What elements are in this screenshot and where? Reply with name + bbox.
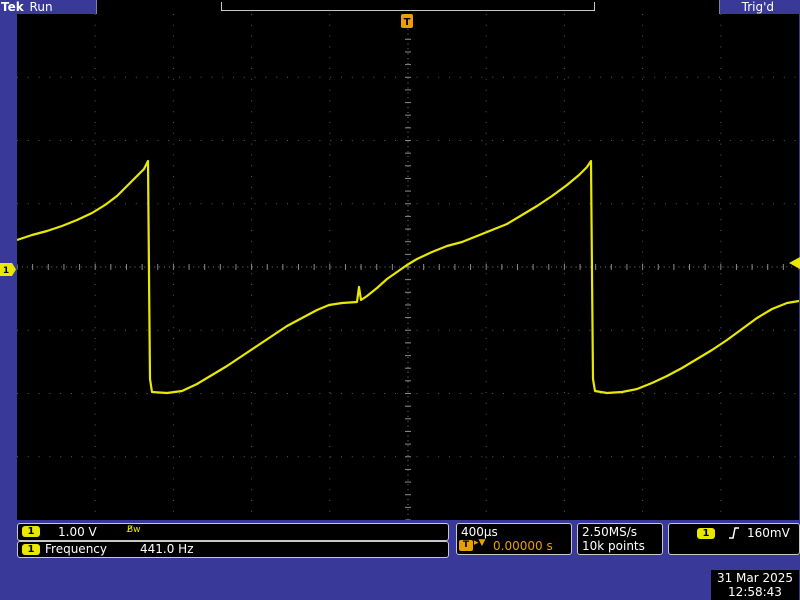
sample-rate-value: 2.50MS/s	[582, 525, 637, 539]
measurement-label: Frequency	[45, 542, 107, 556]
svg-text:1: 1	[3, 266, 9, 276]
trigger-level-value: 160mV	[747, 526, 790, 540]
acquisition-readout[interactable]: 2.50MS/s 10k points	[577, 523, 663, 555]
channel-1-ground-marker[interactable]: 1	[0, 263, 16, 276]
trigger-badge: T	[459, 540, 473, 551]
channel-1-badge: 1	[697, 528, 715, 539]
record-window-bracket	[221, 2, 595, 11]
frequency-measurement-readout[interactable]: 1 Frequency 441.0 Hz	[17, 541, 449, 558]
graticule: T	[17, 14, 799, 520]
date-value: 31 Mar 2025	[716, 571, 794, 585]
trigger-position-marker[interactable]: T	[401, 14, 413, 28]
horizontal-position-value: 0.00000 s	[493, 539, 553, 553]
horizontal-readout[interactable]: 400µs T ▸▼ 0.00000 s	[456, 523, 572, 555]
trigger-level-marker[interactable]	[786, 257, 800, 269]
acquisition-state: Run	[29, 0, 53, 14]
channel-1-scale-readout[interactable]: 1 1.00 V B̸w	[17, 523, 449, 541]
svg-text:T: T	[404, 17, 411, 28]
measurement-value: 441.0 Hz	[140, 542, 194, 556]
record-length-value: 10k points	[582, 539, 645, 553]
trigger-readout[interactable]: 1 160mV	[668, 523, 800, 555]
brand-label: Tek	[1, 0, 24, 14]
graticule-grid	[17, 14, 799, 520]
bandwidth-limit-icon: B̸w	[127, 525, 141, 535]
channel-1-badge: 1	[22, 544, 40, 555]
date-time-display: 31 Mar 2025 12:58:43	[711, 570, 799, 600]
timebase-value: 400µs	[461, 525, 498, 539]
record-view-bar[interactable]	[96, 0, 720, 14]
trigger-position-arrow-icon: ▸▼	[474, 538, 486, 548]
rising-edge-icon	[729, 527, 739, 539]
vertical-scale-value: 1.00 V	[58, 525, 97, 539]
time-value: 12:58:43	[728, 585, 782, 599]
trigger-status: Trig'd	[741, 0, 774, 14]
status-brand: Tek Run	[0, 0, 53, 14]
waveform-display[interactable]: T	[17, 14, 799, 520]
channel-1-badge: 1	[22, 526, 40, 537]
